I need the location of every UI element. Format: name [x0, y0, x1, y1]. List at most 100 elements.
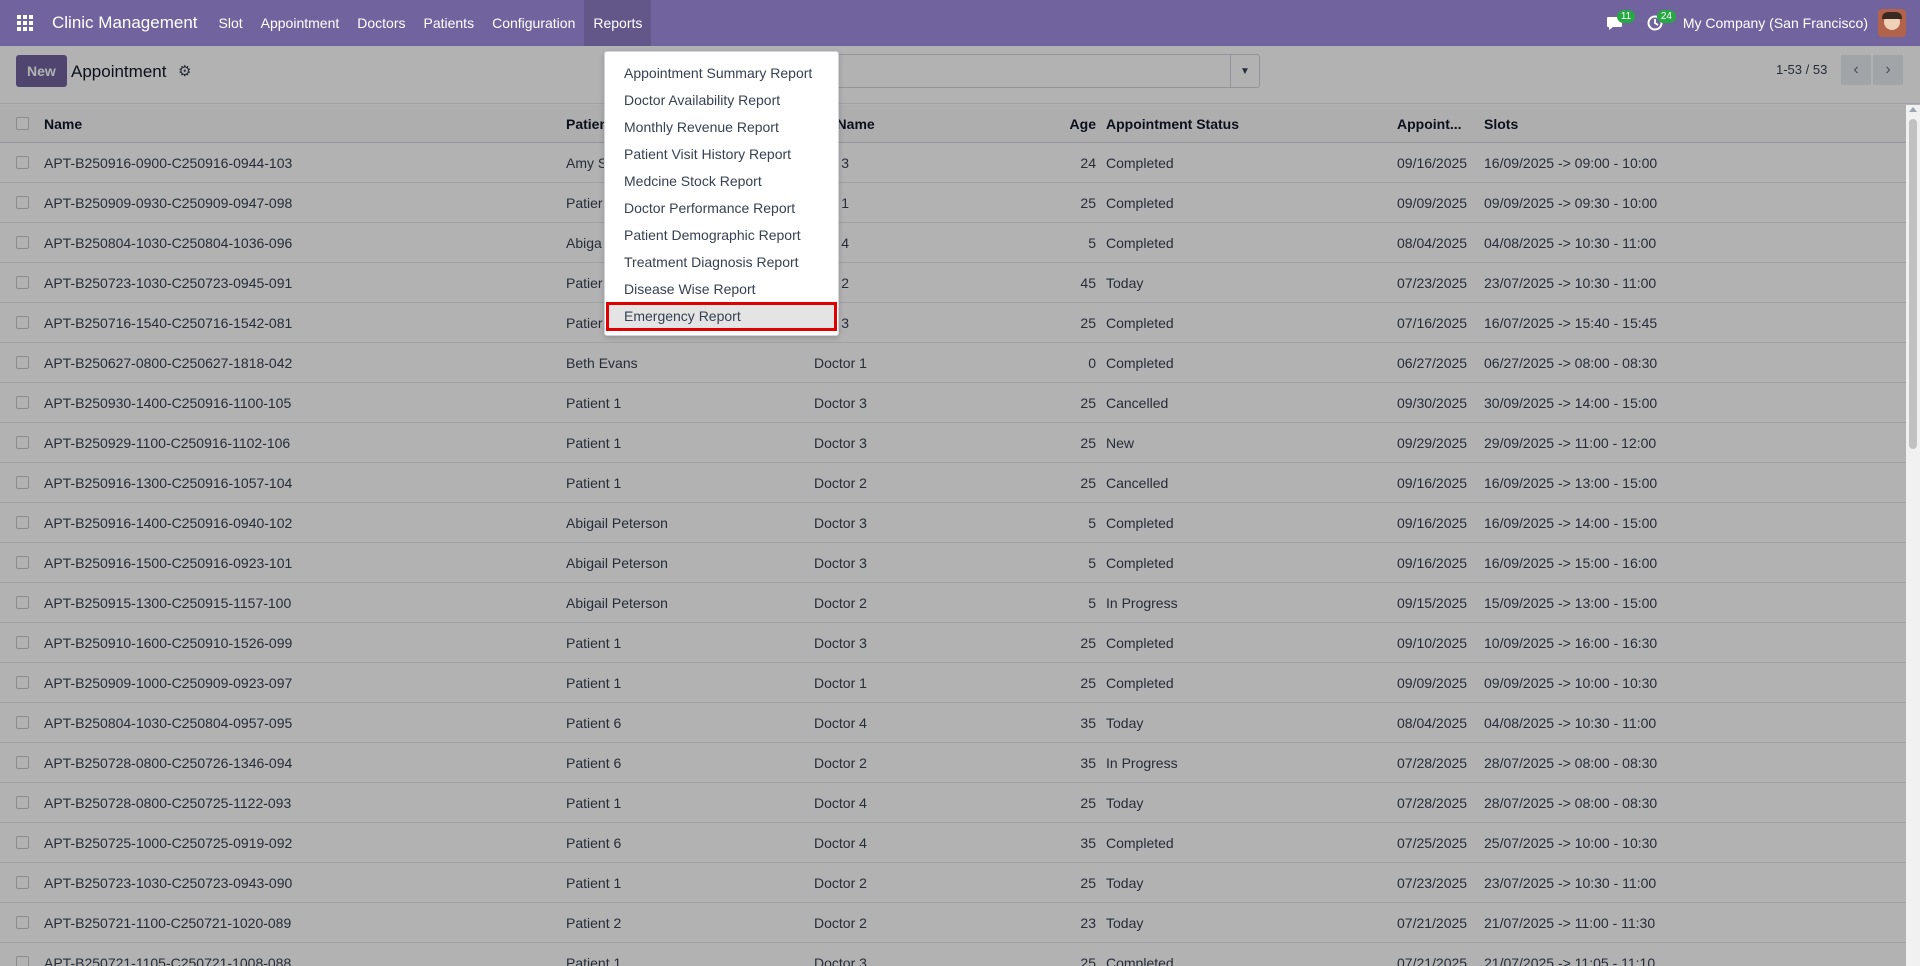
- user-avatar[interactable]: [1878, 9, 1906, 37]
- menu-item-treatment-diagnosis-report[interactable]: Treatment Diagnosis Report: [605, 249, 838, 276]
- nav-menu-slot[interactable]: Slot: [210, 0, 252, 46]
- menu-item-medicine-stock-report[interactable]: Medcine Stock Report: [605, 168, 838, 195]
- pager-value[interactable]: 1-53 / 53: [1776, 62, 1827, 77]
- column-header-slots[interactable]: Slots: [1484, 116, 1784, 132]
- list-body: APT-B250916-0900-C250916-0944-103Amy Sct…: [0, 143, 1906, 966]
- list-scrollbar[interactable]: [1906, 105, 1920, 966]
- company-switcher[interactable]: My Company (San Francisco): [1683, 15, 1868, 31]
- menu-item-disease-wise-report[interactable]: Disease Wise Report: [605, 276, 838, 303]
- row-checkbox-cell: [0, 436, 44, 449]
- table-row[interactable]: APT-B250721-1105-C250721-1008-088 Patient…: [0, 943, 1906, 966]
- select-all-checkbox[interactable]: [15, 117, 29, 130]
- row-checkbox[interactable]: [15, 196, 29, 209]
- cell-doctor: Doctor 2: [814, 474, 867, 491]
- nav-menu-configuration[interactable]: Configuration: [483, 0, 584, 46]
- column-header-date[interactable]: Appoint...: [1397, 116, 1484, 132]
- search-options-toggle[interactable]: ▼: [1230, 55, 1259, 87]
- new-button[interactable]: New: [16, 55, 67, 87]
- menu-item-doctor-performance-report[interactable]: Doctor Performance Report: [605, 195, 838, 222]
- row-checkbox[interactable]: [15, 156, 29, 169]
- row-checkbox[interactable]: [15, 436, 29, 449]
- pager-next-button[interactable]: ›: [1873, 55, 1903, 85]
- table-row[interactable]: APT-B250915-1300-C250915-1157-100 Abigail…: [0, 583, 1906, 623]
- column-header-status[interactable]: Appointment Status: [1096, 116, 1397, 132]
- activities-button[interactable]: 24: [1635, 0, 1676, 46]
- column-header-name[interactable]: Name: [44, 116, 566, 132]
- table-row[interactable]: APT-B250909-1000-C250909-0923-097 Patient…: [0, 663, 1906, 703]
- apps-menu-icon[interactable]: [0, 0, 50, 46]
- row-checkbox[interactable]: [15, 796, 29, 809]
- cell-name: APT-B250728-0800-C250726-1346-094: [44, 754, 293, 771]
- row-checkbox[interactable]: [15, 236, 29, 249]
- table-row[interactable]: APT-B250723-1030-C250723-0943-090 Patient…: [0, 863, 1906, 903]
- table-row[interactable]: APT-B250916-1300-C250916-1057-104 Patient…: [0, 463, 1906, 503]
- table-row[interactable]: APT-B250627-0800-C250627-1818-042 Beth Ev…: [0, 343, 1906, 383]
- table-row[interactable]: APT-B250725-1000-C250725-0919-092 Patient…: [0, 823, 1906, 863]
- nav-menu-appointment[interactable]: Appointment: [252, 0, 349, 46]
- row-checkbox[interactable]: [15, 356, 29, 369]
- cell-date: 07/21/2025: [1397, 914, 1468, 931]
- cell-date: 09/29/2025: [1397, 434, 1468, 451]
- cell-status: Completed: [1106, 514, 1174, 531]
- table-row[interactable]: APT-B250929-1100-C250916-1102-106 Patient…: [0, 423, 1906, 463]
- table-row[interactable]: APT-B250910-1600-C250910-1526-099 Patient…: [0, 623, 1906, 663]
- menu-item-appointment-summary-report[interactable]: Appointment Summary Report: [605, 60, 838, 87]
- nav-menu-doctors[interactable]: Doctors: [348, 0, 414, 46]
- table-row[interactable]: APT-B250930-1400-C250916-1100-105 Patient…: [0, 383, 1906, 423]
- cell-patient: Patient 6: [566, 834, 622, 851]
- table-row[interactable]: APT-B250916-1500-C250916-0923-101 Abigail…: [0, 543, 1906, 583]
- pager-previous-button[interactable]: ‹: [1841, 55, 1871, 85]
- scroll-up-icon[interactable]: [1909, 107, 1917, 112]
- cell-slots: 23/07/2025 -> 10:30 - 11:00: [1484, 874, 1657, 891]
- menu-item-patient-visit-history-report[interactable]: Patient Visit History Report: [605, 141, 838, 168]
- row-checkbox[interactable]: [15, 516, 29, 529]
- row-checkbox[interactable]: [15, 556, 29, 569]
- cell-date: 09/16/2025: [1397, 554, 1468, 571]
- cell-name: APT-B250915-1300-C250915-1157-100: [44, 594, 292, 611]
- column-header-age[interactable]: Age: [1014, 116, 1096, 132]
- nav-menu-reports[interactable]: Reports: [584, 0, 652, 46]
- search-input[interactable]: ▼: [836, 54, 1260, 88]
- table-row[interactable]: APT-B250728-0800-C250725-1122-093 Patient…: [0, 783, 1906, 823]
- row-checkbox[interactable]: [15, 636, 29, 649]
- table-row[interactable]: APT-B250723-1030-C250723-0945-091Patierc…: [0, 263, 1906, 303]
- row-checkbox[interactable]: [15, 596, 29, 609]
- row-checkbox[interactable]: [15, 276, 29, 289]
- row-checkbox-cell: [0, 676, 44, 689]
- row-checkbox[interactable]: [15, 756, 29, 769]
- menu-item-doctor-availability-report[interactable]: Doctor Availability Report: [605, 87, 838, 114]
- row-checkbox[interactable]: [15, 916, 29, 929]
- row-checkbox[interactable]: [15, 716, 29, 729]
- row-checkbox[interactable]: [15, 676, 29, 689]
- cell-slots: 28/07/2025 -> 08:00 - 08:30: [1484, 794, 1658, 811]
- table-row[interactable]: APT-B250728-0800-C250726-1346-094 Patient…: [0, 743, 1906, 783]
- row-checkbox[interactable]: [15, 396, 29, 409]
- menu-item-monthly-revenue-report[interactable]: Monthly Revenue Report: [605, 114, 838, 141]
- row-checkbox[interactable]: [15, 956, 29, 966]
- cell-date: 07/28/2025: [1397, 754, 1468, 771]
- row-checkbox[interactable]: [15, 876, 29, 889]
- table-row[interactable]: APT-B250804-1030-C250804-1036-096Abigact…: [0, 223, 1906, 263]
- cell-date: 09/16/2025: [1397, 514, 1468, 531]
- row-checkbox[interactable]: [15, 476, 29, 489]
- table-row[interactable]: APT-B250916-1400-C250916-0940-102 Abigail…: [0, 503, 1906, 543]
- page-title: Appointment: [71, 62, 167, 81]
- table-row[interactable]: APT-B250909-0930-C250909-0947-098Patierc…: [0, 183, 1906, 223]
- row-checkbox[interactable]: [15, 836, 29, 849]
- messages-button[interactable]: 11: [1595, 0, 1636, 46]
- table-row[interactable]: APT-B250804-1030-C250804-0957-095 Patient…: [0, 703, 1906, 743]
- gear-icon[interactable]: ⚙: [178, 62, 191, 80]
- cell-name: APT-B250930-1400-C250916-1100-105: [44, 394, 292, 411]
- scroll-thumb[interactable]: [1909, 119, 1917, 449]
- table-row[interactable]: APT-B250721-1100-C250721-1020-089 Patient…: [0, 903, 1906, 943]
- cell-age: 25: [1080, 194, 1096, 211]
- menu-item-patient-demographic-report[interactable]: Patient Demographic Report: [605, 222, 838, 249]
- cell-status: In Progress: [1106, 754, 1178, 771]
- column-header-doctor[interactable]: tor Name: [814, 116, 1014, 132]
- row-checkbox[interactable]: [15, 316, 29, 329]
- menu-item-emergency-report[interactable]: Emergency Report: [606, 302, 837, 331]
- app-brand[interactable]: Clinic Management: [50, 13, 200, 33]
- nav-menu-patients[interactable]: Patients: [414, 0, 483, 46]
- table-row[interactable]: APT-B250916-0900-C250916-0944-103Amy Sct…: [0, 143, 1906, 183]
- table-row[interactable]: APT-B250716-1540-C250716-1542-081Patierc…: [0, 303, 1906, 343]
